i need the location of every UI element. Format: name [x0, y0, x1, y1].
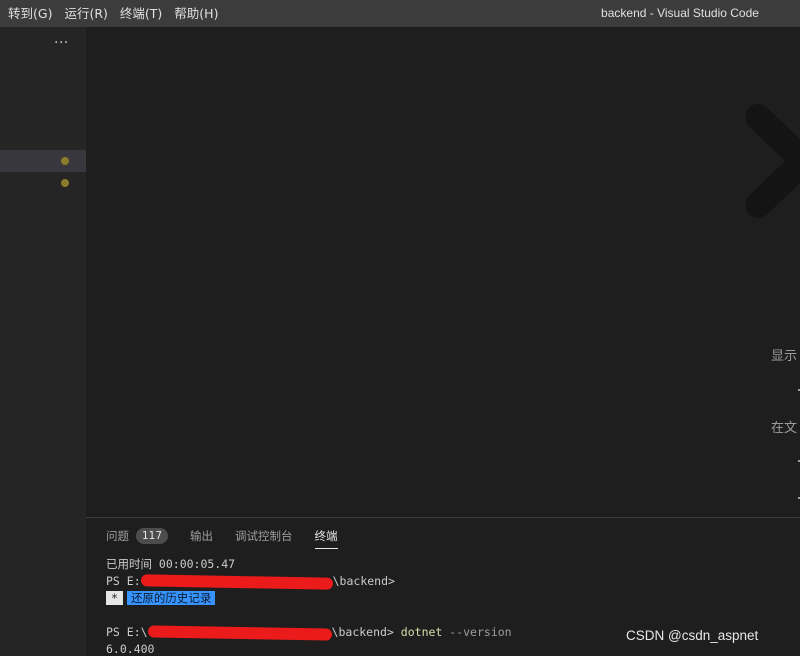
panel-tabs: 问题 117 输出 调试控制台 终端	[86, 518, 360, 554]
elapsed-time: 已用时间 00:00:05.47	[106, 557, 236, 571]
command-argument: --version	[449, 625, 512, 639]
terminal-line: 6.0.400	[106, 641, 796, 656]
tab-terminal[interactable]: 终端	[314, 518, 338, 554]
restore-star: *	[106, 591, 123, 605]
tab-problems[interactable]: 问题 117	[106, 518, 169, 554]
problems-count-badge: 117	[136, 528, 169, 544]
prompt-prefix: PS E:	[106, 574, 141, 588]
tab-problems-label: 问题	[106, 529, 129, 543]
menu-help[interactable]: 帮助(H)	[168, 0, 224, 27]
window-title: backend - Visual Studio Code	[601, 6, 759, 20]
editor-area: 显示 在文	[86, 27, 800, 517]
hint-search-in-files: 在文	[771, 421, 798, 436]
vscode-logo-watermark-icon	[746, 104, 800, 218]
menu-run[interactable]: 运行(R)	[58, 0, 113, 27]
menu-goto[interactable]: 转到(G)	[2, 0, 58, 27]
hint-show-commands: 显示	[771, 349, 798, 364]
terminal-line: PS E: \backend>	[106, 573, 796, 590]
modified-dot-icon	[61, 179, 69, 187]
terminal-line: 已用时间 00:00:05.47	[106, 556, 796, 573]
more-actions-icon[interactable]: ···	[54, 35, 69, 51]
terminal-line: * 还原的历史记录	[106, 590, 796, 607]
tab-debug-console[interactable]: 调试控制台	[235, 518, 293, 554]
modified-dot-icon	[61, 157, 69, 165]
csdn-watermark: CSDN @csdn_aspnet	[626, 628, 759, 643]
title-bar: 转到(G) 运行(R) 终端(T) 帮助(H) backend - Visual…	[0, 0, 800, 27]
explorer-item-selected[interactable]	[0, 150, 86, 172]
tab-output[interactable]: 输出	[190, 518, 213, 554]
explorer-item[interactable]	[0, 172, 86, 194]
prompt-suffix: \backend>	[332, 574, 395, 588]
redaction-mark	[140, 573, 333, 590]
prompt-prefix: PS E:\	[106, 625, 148, 639]
menu-terminal[interactable]: 终端(T)	[114, 0, 168, 27]
restored-history-label: 还原的历史记录	[126, 591, 216, 605]
explorer-sidebar: ···	[0, 27, 86, 656]
prompt-suffix: \backend>	[331, 625, 394, 639]
command-output: 6.0.400	[106, 642, 155, 656]
redaction-mark	[147, 624, 332, 641]
menu-bar: 转到(G) 运行(R) 终端(T) 帮助(H)	[0, 0, 224, 27]
command-name: dotnet	[400, 625, 443, 639]
